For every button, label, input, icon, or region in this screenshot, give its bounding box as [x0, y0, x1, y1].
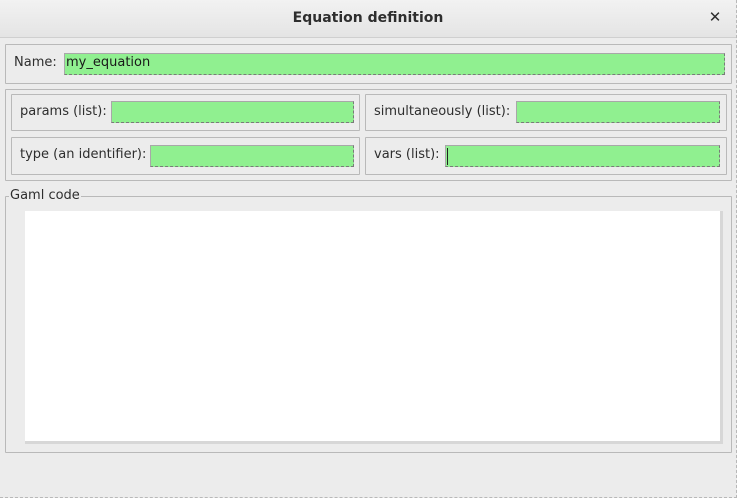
simultaneously-input[interactable]	[516, 101, 720, 123]
vars-label: vars (list):	[374, 147, 440, 162]
type-label: type (an identifier):	[20, 147, 147, 162]
close-icon[interactable]: ✕	[706, 8, 724, 26]
gaml-code-legend: Gaml code	[9, 188, 81, 203]
params-input[interactable]	[111, 101, 354, 123]
text-cursor	[447, 148, 448, 165]
simultaneously-label: simultaneously (list):	[374, 104, 511, 119]
name-input[interactable]: my_equation	[64, 53, 725, 75]
dialog-title: Equation definition	[292, 10, 444, 26]
equation-definition-dialog: Equation definition ✕ Name: my_equation …	[0, 0, 737, 498]
gaml-code-editor[interactable]	[25, 211, 723, 444]
name-label: Name:	[14, 55, 57, 70]
type-input[interactable]	[150, 145, 354, 167]
params-label: params (list):	[20, 104, 107, 119]
title-bar[interactable]: Equation definition ✕	[0, 0, 736, 38]
vars-input[interactable]	[445, 145, 720, 167]
